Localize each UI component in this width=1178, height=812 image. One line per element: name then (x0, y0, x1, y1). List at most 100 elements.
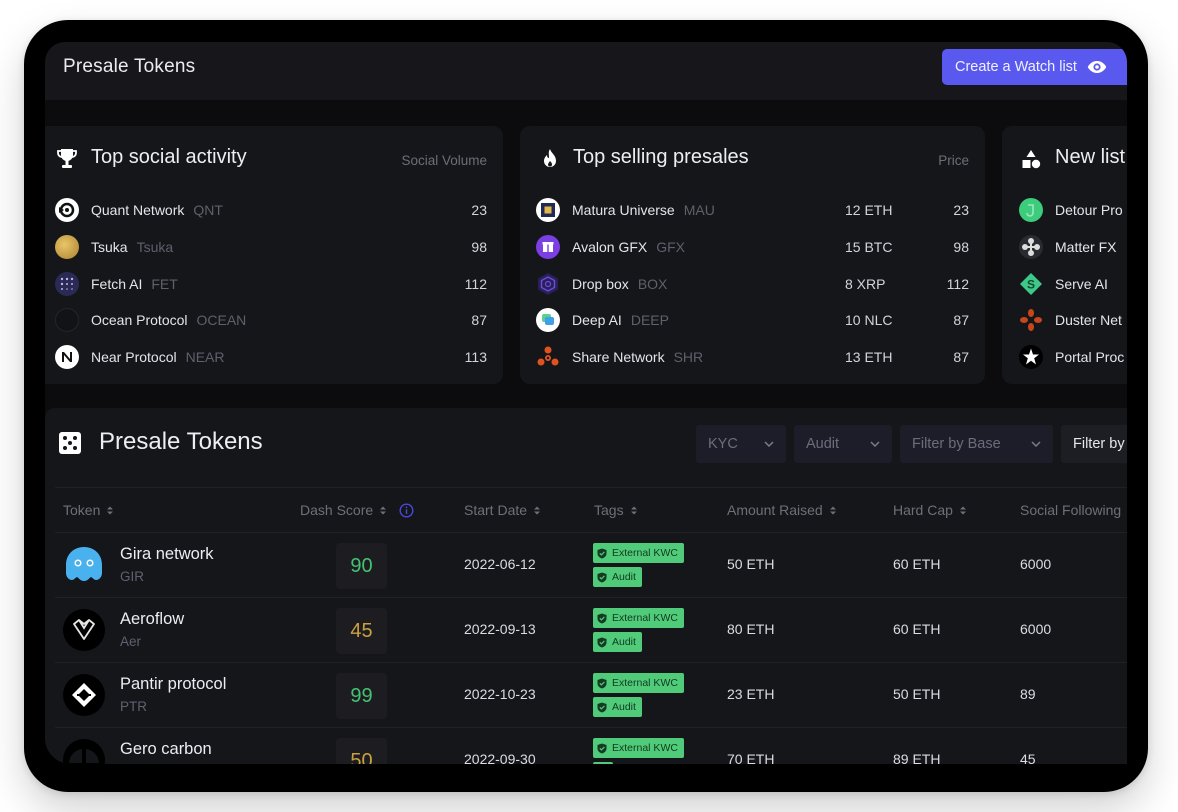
column-header-start-date[interactable]: Start Date (464, 502, 541, 518)
list-item[interactable]: S Serve AI (1002, 265, 1127, 302)
portal-protocol-logo (1019, 345, 1043, 370)
list-item[interactable]: Portal Proc (1002, 339, 1127, 376)
dash-score-badge: 50 (336, 738, 387, 764)
column-header-amount-raised[interactable]: Amount Raised (727, 502, 837, 518)
token-name: Gero carbon (120, 740, 212, 758)
list-item[interactable]: Ocean Protocol OCEAN 87 (45, 302, 503, 339)
aeroflow-logo (63, 609, 105, 651)
token-symbol: GIR (120, 569, 145, 584)
column-header-tags[interactable]: Tags (594, 502, 638, 518)
create-watch-list-button[interactable]: Create a Watch list (942, 49, 1127, 85)
token-name: Aeroflow (120, 610, 185, 628)
token-name: Quant Network (91, 202, 185, 219)
table-row[interactable]: Gira network GIR 90 2022-06-12 External … (55, 532, 1127, 597)
shapes-icon (1022, 150, 1041, 169)
table-row[interactable]: Pantir protocol PTR 99 2022-10-23 Extern… (55, 662, 1127, 727)
list-item[interactable]: Near Protocol NEAR 113 (45, 339, 503, 376)
token-name: Pantir protocol (120, 675, 227, 693)
token-name: Serve AI (1055, 275, 1108, 292)
amount-raised: 80 ETH (727, 621, 775, 637)
base-filter[interactable]: Filter by Base (900, 425, 1053, 463)
column-label: Token (63, 502, 101, 518)
eye-icon (1087, 61, 1107, 73)
hard-cap: 50 ETH (893, 686, 941, 702)
token-name: Deep AI (572, 312, 622, 329)
list-item[interactable]: Tsuka Tsuka 98 (45, 229, 503, 266)
token-price: 15 BTC (845, 239, 893, 256)
column-label: Social Following (1020, 502, 1122, 518)
social-volume: 87 (471, 312, 487, 329)
tag-badge: External KWC (593, 738, 684, 758)
tag-label: External KWC (612, 742, 678, 754)
gero-carbon-logo (63, 739, 105, 764)
card-title: Top selling presales (573, 146, 749, 168)
sort-icon (534, 506, 541, 514)
list-item[interactable]: Avalon GFX GFX 15 BTC 98 (520, 229, 985, 266)
info-icon[interactable] (399, 502, 414, 518)
column-label: Hard Cap (893, 502, 953, 518)
social-following: 45 (1020, 751, 1036, 764)
extra-filter[interactable]: Filter by (1061, 425, 1127, 463)
fire-icon (544, 149, 556, 167)
tag-badge: Audit (593, 632, 642, 652)
tag-badge: Audit (593, 697, 642, 717)
list-item[interactable]: Share Network SHR 13 ETH 87 (520, 339, 985, 376)
column-header-dash-score[interactable]: Dash Score (300, 502, 414, 518)
sales-value: 98 (953, 239, 969, 256)
audit-filter[interactable]: Audit (794, 425, 892, 463)
near-protocol-logo (55, 345, 79, 370)
base-filter-label: Filter by Base (912, 436, 1001, 452)
list-item[interactable]: Matura Universe MAU 12 ETH 23 (520, 192, 985, 229)
table-row[interactable]: Aeroflow Aer 45 2022-09-13 External KWC … (55, 597, 1127, 662)
list-item[interactable]: Quant Network QNT 23 (45, 192, 503, 229)
tag-badge (593, 762, 613, 764)
app-screen: Presale Tokens Create a Watch list Top s… (45, 42, 1127, 764)
list-item[interactable]: Deep AI DEEP 10 NLC 87 (520, 302, 985, 339)
token-name: Tsuka (91, 239, 128, 256)
svg-text:S: S (1027, 277, 1035, 291)
list-item[interactable]: Matter FX (1002, 229, 1127, 266)
filter-bar: KYC Audit Filter by Base Filter by (696, 425, 1127, 463)
chevron-down-icon (1031, 441, 1041, 447)
column-header-token[interactable]: Token (63, 502, 114, 518)
token-symbol: MAU (683, 202, 715, 219)
token-symbol: OCEAN (196, 312, 247, 329)
dash-score-badge: 99 (336, 673, 387, 719)
fetch-ai-logo (55, 271, 79, 296)
social-volume: 98 (471, 239, 487, 256)
amount-raised: 70 ETH (727, 751, 775, 764)
token-symbol: Aer (120, 634, 142, 649)
list-item[interactable]: Detour Pro (1002, 192, 1127, 229)
table-row[interactable]: Gero carbon 50 2022-09-30 External KWC 7… (55, 727, 1127, 764)
token-name: Matura Universe (572, 202, 675, 219)
sales-value: 112 (946, 275, 969, 292)
top-bar: Presale Tokens Create a Watch list (45, 42, 1127, 100)
shield-check-icon (597, 572, 607, 582)
column-header-hard-cap[interactable]: Hard Cap (893, 502, 967, 518)
sort-icon (630, 506, 637, 514)
list-item[interactable]: Drop box BOX 8 XRP 112 (520, 265, 985, 302)
new-listings-card: New list Detour Pro Matter FX S Serve AI… (1002, 126, 1127, 384)
social-list: Quant Network QNT 23 Tsuka Tsuka 98 Fetch … (45, 192, 503, 375)
amount-raised: 50 ETH (727, 556, 775, 572)
token-symbol: NEAR (185, 349, 225, 366)
list-item[interactable]: Duster Net (1002, 302, 1127, 339)
kyc-filter[interactable]: KYC (696, 425, 786, 463)
tag-label: Audit (612, 701, 636, 713)
column-header-social-following[interactable]: Social Following (1020, 502, 1121, 518)
sales-value: 87 (953, 349, 969, 366)
tag-badge: External KWC (593, 608, 684, 628)
section-title: Presale Tokens (99, 428, 263, 455)
shield-check-icon (597, 637, 607, 647)
column-label: Tags (594, 502, 624, 518)
avalon-gfx-logo (536, 235, 560, 260)
list-item[interactable]: Fetch AI FET 112 (45, 265, 503, 302)
token-price: 8 XRP (845, 275, 886, 292)
quant-network-logo (55, 198, 79, 223)
pantir-protocol-logo (63, 674, 105, 716)
tag-label: External KWC (612, 677, 678, 689)
dice-icon (59, 432, 81, 454)
tag-label: External KWC (612, 547, 678, 559)
token-symbol: DEEP (630, 312, 669, 329)
tag-list: External KWC Audit (593, 543, 684, 587)
